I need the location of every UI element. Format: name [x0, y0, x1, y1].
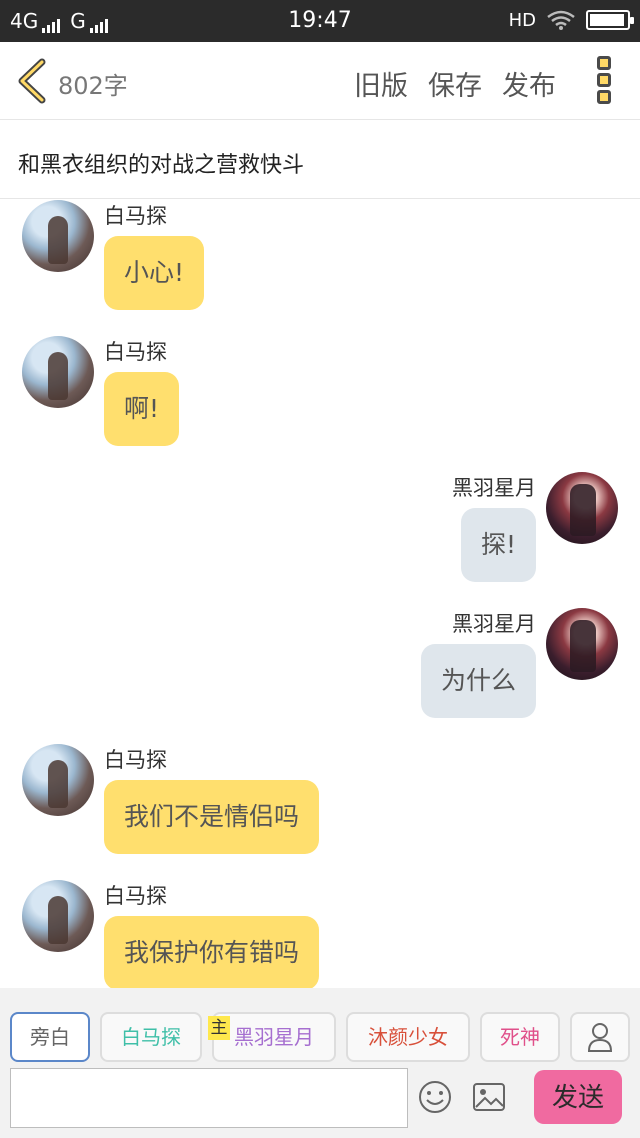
message-bubble[interactable]: 小心! — [104, 236, 205, 310]
avatar[interactable] — [22, 336, 94, 408]
wifi-icon — [547, 10, 575, 30]
sender-name: 黑羽星月 — [452, 612, 536, 636]
battery-level — [590, 14, 624, 26]
send-button[interactable]: 发送 — [534, 1070, 622, 1124]
message-bubble[interactable]: 探! — [460, 508, 536, 582]
sender-name: 白马探 — [104, 204, 167, 228]
story-title-bar[interactable]: 和黑衣组织的对战之营救快斗 — [0, 121, 640, 199]
save-button[interactable]: 保存 — [428, 64, 482, 103]
role-narrator[interactable]: 旁白 — [10, 1012, 90, 1062]
old-version-button[interactable]: 旧版 — [354, 64, 408, 103]
role-hei-yu-xing-yue[interactable]: 黑羽星月 — [212, 1012, 336, 1062]
avatar[interactable] — [22, 744, 94, 816]
role-manage-button[interactable] — [570, 1012, 630, 1062]
image-icon[interactable] — [472, 1082, 506, 1112]
more-menu-icon[interactable] — [594, 56, 614, 108]
message-bubble[interactable]: 我们不是情侣吗 — [104, 780, 320, 854]
publish-button[interactable]: 发布 — [502, 64, 556, 103]
back-icon[interactable] — [14, 58, 50, 104]
sender-name: 白马探 — [104, 748, 167, 772]
role-selector-bar: 旁白 白马探 黑羽星月 沐颜少女 死神 — [0, 988, 640, 1066]
message-bubble[interactable]: 为什么 — [420, 644, 536, 718]
message-input[interactable] — [10, 1068, 408, 1128]
main-character-badge: 主 — [208, 1016, 230, 1040]
avatar[interactable] — [546, 608, 618, 680]
status-right: HD — [508, 9, 634, 31]
role-mu-yan-shao-nv[interactable]: 沐颜少女 — [346, 1012, 470, 1062]
avatar[interactable] — [22, 200, 94, 272]
sender-name: 白马探 — [104, 884, 167, 908]
avatar[interactable] — [22, 880, 94, 952]
role-shi-shen[interactable]: 死神 — [480, 1012, 560, 1062]
sender-name: 黑羽星月 — [452, 476, 536, 500]
status-bar: 4G G 19:47 HD — [0, 0, 640, 42]
battery-icon — [586, 10, 634, 30]
person-icon — [587, 1023, 613, 1052]
message-bubble[interactable]: 啊! — [104, 372, 180, 446]
editor-header: 802字 旧版 保存 发布 — [0, 42, 640, 120]
emoji-icon[interactable] — [418, 1080, 452, 1114]
avatar[interactable] — [546, 472, 618, 544]
chat-area[interactable]: 白马探 小心! 白马探 啊! 黑羽星月 探! 黑羽星月 为什么 白马探 我们不是… — [0, 200, 640, 988]
word-count: 802字 — [58, 72, 128, 100]
role-bai-ma-tan[interactable]: 白马探 — [100, 1012, 202, 1062]
story-title: 和黑衣组织的对战之营救快斗 — [18, 153, 305, 178]
hd-label: HD — [508, 9, 536, 31]
message-bubble[interactable]: 我保护你有错吗 — [104, 916, 320, 988]
composer-bar: 发送 — [0, 1066, 640, 1138]
sender-name: 白马探 — [104, 340, 167, 364]
